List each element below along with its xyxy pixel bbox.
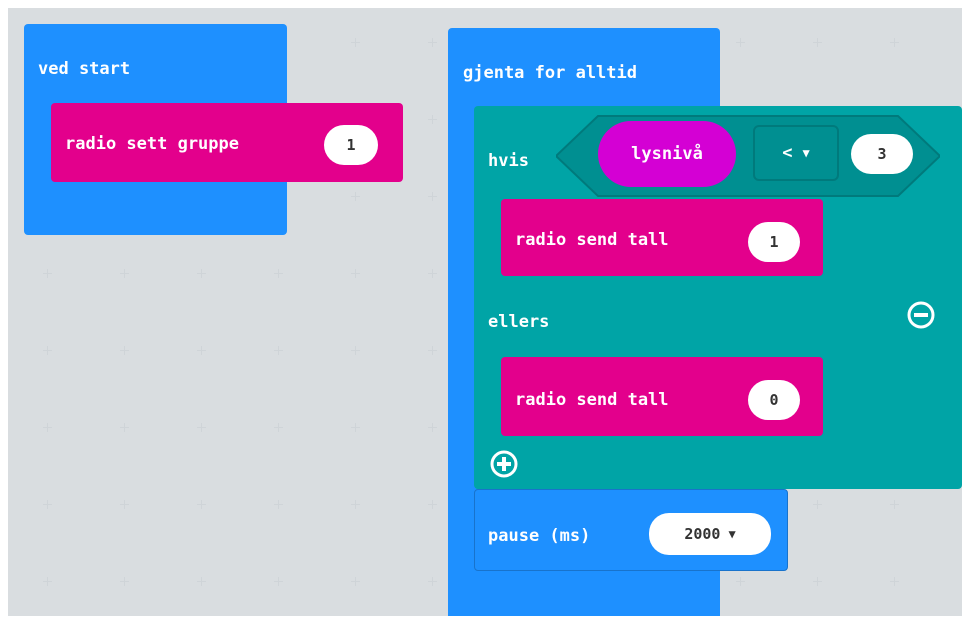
grid-plus-mark — [428, 577, 437, 586]
plus-circle-icon[interactable] — [488, 448, 520, 480]
pause-duration-dropdown[interactable]: 2000 ▼ — [649, 513, 771, 555]
grid-plus-mark — [428, 423, 437, 432]
grid-plus-mark — [43, 423, 52, 432]
grid-plus-mark — [197, 577, 206, 586]
send-value-input-then[interactable]: 1 — [748, 222, 800, 262]
operator-dropdown[interactable]: < ▼ — [753, 125, 839, 181]
grid-plus-mark — [274, 577, 283, 586]
grid-plus-mark — [428, 192, 437, 201]
grid-plus-mark — [274, 423, 283, 432]
grid-plus-mark — [197, 423, 206, 432]
grid-plus-mark — [351, 38, 360, 47]
pause-duration-value: 2000 — [684, 525, 721, 543]
grid-plus-mark — [736, 577, 745, 586]
radio-send-label-else: radio send tall — [515, 390, 669, 410]
grid-plus-mark — [736, 38, 745, 47]
chevron-down-icon: ▼ — [802, 146, 810, 160]
else-label: ellers — [488, 312, 550, 332]
grid-plus-mark — [890, 577, 899, 586]
if-label: hvis — [488, 151, 529, 171]
grid-plus-mark — [43, 346, 52, 355]
radio-group-value-input[interactable]: 1 — [324, 125, 378, 165]
grid-plus-mark — [120, 269, 129, 278]
operator-value: < — [782, 143, 793, 163]
grid-plus-mark — [351, 192, 360, 201]
grid-plus-mark — [43, 577, 52, 586]
grid-plus-mark — [197, 269, 206, 278]
grid-plus-mark — [890, 500, 899, 509]
grid-plus-mark — [351, 269, 360, 278]
grid-plus-mark — [120, 577, 129, 586]
grid-plus-mark — [813, 38, 822, 47]
radio-set-group-label: radio sett gruppe — [65, 134, 239, 154]
chevron-down-icon: ▼ — [728, 527, 736, 541]
minus-circle-icon[interactable] — [905, 299, 937, 331]
grid-plus-mark — [274, 346, 283, 355]
grid-plus-mark — [428, 346, 437, 355]
grid-plus-mark — [274, 269, 283, 278]
grid-plus-mark — [43, 269, 52, 278]
grid-plus-mark — [120, 346, 129, 355]
grid-plus-mark — [120, 500, 129, 509]
grid-plus-mark — [351, 577, 360, 586]
grid-plus-mark — [351, 346, 360, 355]
send-value-input-else[interactable]: 0 — [748, 380, 800, 420]
grid-plus-mark — [120, 423, 129, 432]
grid-plus-mark — [351, 500, 360, 509]
blocks-workspace[interactable]: ved start radio sett gruppe 1 gjenta for… — [8, 8, 962, 616]
grid-plus-mark — [428, 115, 437, 124]
forever-label: gjenta for alltid — [463, 63, 637, 83]
grid-plus-mark — [890, 38, 899, 47]
grid-plus-mark — [197, 346, 206, 355]
grid-plus-mark — [351, 423, 360, 432]
grid-plus-mark — [813, 500, 822, 509]
grid-plus-mark — [428, 500, 437, 509]
grid-plus-mark — [43, 500, 52, 509]
pause-label: pause (ms) — [488, 526, 591, 546]
grid-plus-mark — [813, 577, 822, 586]
grid-plus-mark — [428, 38, 437, 47]
grid-plus-mark — [274, 500, 283, 509]
radio-send-label-then: radio send tall — [515, 230, 669, 250]
light-level-reporter[interactable]: lysnivå — [598, 121, 736, 187]
threshold-value-input[interactable]: 3 — [851, 134, 913, 174]
grid-plus-mark — [428, 269, 437, 278]
grid-plus-mark — [197, 500, 206, 509]
on-start-label: ved start — [38, 59, 131, 79]
